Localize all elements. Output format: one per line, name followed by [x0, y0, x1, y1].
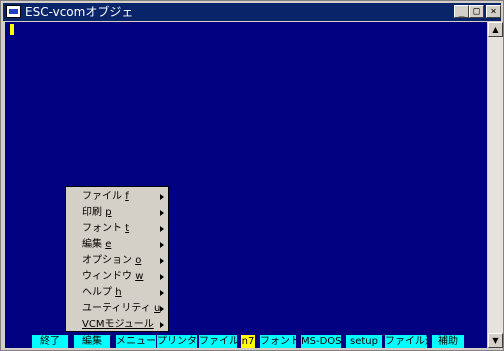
fkey-file-receive[interactable]: ファイル受 [199, 335, 237, 348]
fkey-file-send[interactable]: ファイル送 [385, 335, 427, 348]
menu-item-label: 編集 [82, 239, 106, 250]
menu-item-key: w [135, 271, 144, 282]
vertical-scrollbar[interactable]: ▲ ▼ [488, 22, 503, 348]
maximize-button[interactable]: □ [469, 5, 484, 18]
fkey-menu[interactable]: メニュー [116, 335, 156, 348]
main-menu: ファイル f 印刷 p フォント t 編集 e オプション o ウィンドウ w … [65, 186, 169, 332]
menu-item-utility[interactable]: ユーティリティ u [82, 301, 160, 317]
menu-item-vcm-module[interactable]: VCMモジュール [82, 317, 154, 333]
fkey-setup[interactable]: setup [346, 335, 382, 348]
menu-item-options[interactable]: オプション o [82, 253, 141, 269]
menu-item-print[interactable]: 印刷 p [82, 205, 112, 221]
minimize-button[interactable]: _ [454, 5, 469, 18]
title-bar[interactable]: ESC-vcomオブジェ _ □ × [3, 3, 501, 21]
scroll-down-icon[interactable]: ▼ [488, 333, 503, 348]
submenu-arrow-icon [160, 194, 164, 200]
menu-item-edit[interactable]: 編集 e [82, 237, 111, 253]
window-title: ESC-vcomオブジェ [25, 5, 134, 19]
menu-item-label: ウィンドウ [82, 271, 136, 282]
fkey-n7[interactable]: n7 [241, 335, 255, 348]
menu-item-label: ユーティリティ [82, 303, 154, 314]
menu-item-key: h [115, 287, 122, 298]
fkey-edit[interactable]: 編集 [74, 335, 110, 348]
submenu-arrow-icon [160, 242, 164, 248]
submenu-arrow-icon [160, 226, 164, 232]
menu-item-key: o [135, 255, 142, 266]
menu-item-help[interactable]: ヘルプ h [82, 285, 122, 301]
text-cursor [10, 24, 14, 35]
fkey-assist[interactable]: 補助 [432, 335, 464, 348]
menu-item-key: p [105, 207, 112, 218]
submenu-arrow-icon [160, 258, 164, 264]
terminal-screen[interactable]: ファイル f 印刷 p フォント t 編集 e オプション o ウィンドウ w … [5, 22, 487, 348]
menu-item-key: f [125, 191, 129, 202]
menu-item-label: ヘルプ [82, 287, 116, 298]
menu-item-window[interactable]: ウィンドウ w [82, 269, 143, 285]
menu-item-key: t [125, 223, 130, 234]
submenu-arrow-icon [160, 210, 164, 216]
menu-item-font[interactable]: フォント t [82, 221, 129, 237]
menu-item-label: ファイル [82, 191, 126, 202]
menu-item-file[interactable]: ファイル f [82, 189, 129, 205]
menu-item-label: フォント [82, 223, 126, 234]
menu-item-label: オプション [82, 255, 136, 266]
app-icon[interactable] [6, 5, 21, 18]
fkey-ms-dos[interactable]: MS-DOS [301, 335, 341, 348]
fkey-font[interactable]: フォント [260, 335, 296, 348]
function-key-bar: 終了 編集 メニュー プリンター ファイル受 n7 フォント MS-DOS se… [5, 335, 487, 348]
fkey-exit[interactable]: 終了 [32, 335, 68, 348]
submenu-arrow-icon [160, 290, 164, 296]
menu-item-key: e [105, 239, 112, 250]
app-window: ESC-vcomオブジェ _ □ × ファイル f 印刷 p フォント t 編集… [0, 0, 504, 351]
menu-item-label: 印刷 [82, 207, 106, 218]
fkey-printer[interactable]: プリンター [157, 335, 197, 348]
submenu-arrow-icon [160, 306, 164, 312]
close-button[interactable]: × [486, 5, 501, 18]
menu-item-label: VCMモジュール [82, 319, 154, 330]
submenu-arrow-icon [160, 322, 164, 328]
submenu-arrow-icon [160, 274, 164, 280]
scroll-up-icon[interactable]: ▲ [488, 22, 503, 37]
